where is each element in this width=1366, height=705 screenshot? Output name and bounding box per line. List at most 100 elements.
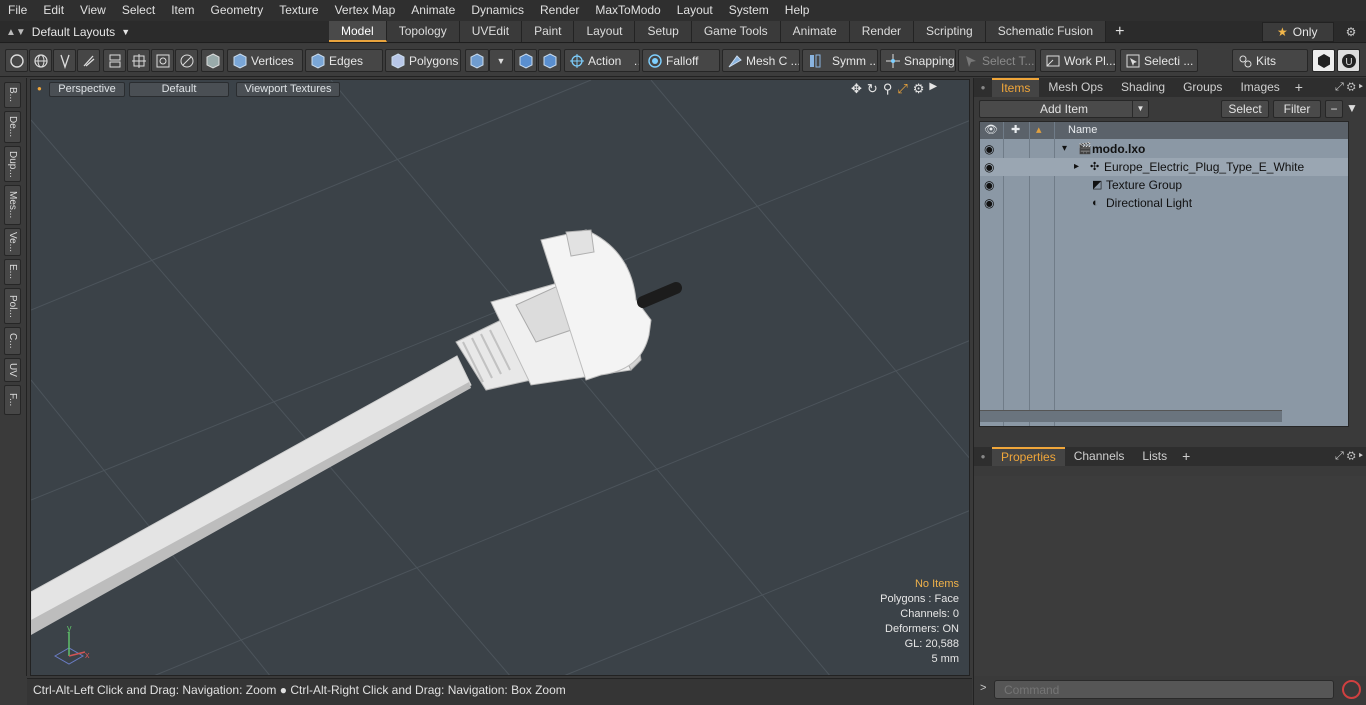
falloff-button[interactable]: Falloff — [642, 49, 720, 72]
action-button[interactable]: Action… — [564, 49, 640, 72]
menu-item-render[interactable]: Render — [532, 0, 587, 21]
add-tab-icon[interactable]: + — [1106, 21, 1133, 43]
tab-scripting[interactable]: Scripting — [914, 21, 986, 42]
add-tab-icon[interactable]: + — [1176, 447, 1196, 466]
arrow-right-icon[interactable]: ▶ — [929, 81, 937, 97]
center-icon[interactable] — [127, 49, 150, 72]
panel-options-icons[interactable]: ⤢ ⚙ ▸ — [1335, 450, 1363, 463]
menu-item-item[interactable]: Item — [163, 0, 202, 21]
menu-item-view[interactable]: View — [72, 0, 114, 21]
snapping-button[interactable]: Snapping — [880, 49, 956, 72]
tab-groups[interactable]: Groups — [1174, 78, 1231, 97]
symmetry-button[interactable]: Symm ... — [802, 49, 878, 72]
unity-icon[interactable] — [1312, 49, 1335, 72]
menu-item-vertex-map[interactable]: Vertex Map — [327, 0, 404, 21]
list-item[interactable]: ◉ ▸ ✣ Europe_Electric_Plug_Type_E_White — [980, 158, 1348, 176]
left-strip-tab-6[interactable]: Pol... — [4, 288, 21, 324]
layout-dropdown[interactable]: ▲▼ Default Layouts ▼ — [6, 21, 130, 43]
left-strip-tab-7[interactable]: C... — [4, 327, 21, 355]
tab-uvedit[interactable]: UVEdit — [459, 21, 523, 42]
expand-toggle-icon[interactable]: ▾ — [1062, 140, 1067, 158]
left-strip-tab-3[interactable]: Mes... — [4, 185, 21, 225]
visibility-eye-icon[interactable]: ◉ — [984, 158, 994, 176]
collapse-icon[interactable]: − — [1325, 100, 1343, 118]
expand-toggle-icon[interactable]: ▸ — [1074, 158, 1079, 176]
menu-item-animate[interactable]: Animate — [403, 0, 463, 21]
tab-channels[interactable]: Channels — [1065, 447, 1134, 466]
list-item[interactable]: ◉ ▾ 🎬 modo.lxo — [980, 140, 1348, 158]
tab-mesh-ops[interactable]: Mesh Ops — [1039, 78, 1112, 97]
menu-item-edit[interactable]: Edit — [35, 0, 72, 21]
default-shading-button[interactable]: Default — [129, 82, 229, 97]
tab-schematic-fusion[interactable]: Schematic Fusion — [985, 21, 1107, 42]
menu-item-geometry[interactable]: Geometry — [203, 0, 272, 21]
tab-items[interactable]: Items — [992, 78, 1040, 97]
menu-item-texture[interactable]: Texture — [271, 0, 326, 21]
tab-shading[interactable]: Shading — [1112, 78, 1174, 97]
vertices-button[interactable]: Vertices — [227, 49, 303, 72]
tab-topology[interactable]: Topology — [386, 21, 460, 42]
only-button[interactable]: ★ Only — [1262, 22, 1334, 42]
list-item[interactable]: ◉ ◩ Texture Group — [980, 176, 1348, 194]
menu-item-layout[interactable]: Layout — [669, 0, 721, 21]
left-strip-tab-0[interactable]: B... — [4, 82, 21, 108]
left-strip-tab-2[interactable]: Dup... — [4, 146, 21, 182]
snap-circle-icon[interactable] — [175, 49, 198, 72]
menu-item-dynamics[interactable]: Dynamics — [463, 0, 532, 21]
zoom-icon[interactable]: ⚲ — [883, 81, 893, 97]
move-icon[interactable]: ✥ — [851, 81, 862, 97]
3d-viewport[interactable]: y x ● Perspective Default Viewport Textu… — [30, 79, 970, 676]
select-through-button[interactable]: Select T... — [958, 49, 1036, 72]
material-mode-icon[interactable] — [465, 49, 489, 72]
maximize-icon[interactable]: ⤢ — [897, 81, 907, 97]
visibility-eye-icon[interactable]: ◉ — [984, 194, 994, 212]
menu-item-help[interactable]: Help — [777, 0, 818, 21]
polygons-button[interactable]: Polygons — [385, 49, 461, 72]
tab-paint[interactable]: Paint — [522, 21, 575, 42]
perspective-button[interactable]: Perspective — [49, 82, 125, 97]
left-strip-tab-9[interactable]: F... — [4, 385, 21, 415]
tab-game-tools[interactable]: Game Tools — [691, 21, 781, 42]
panel-options-icons[interactable]: ⤢ ⚙ ▸ — [1335, 81, 1363, 94]
panel-menu-icon[interactable]: ● — [974, 452, 992, 461]
add-tab-icon[interactable]: + — [1289, 78, 1309, 97]
horizontal-scrollbar[interactable] — [980, 410, 1282, 422]
edges-button[interactable]: Edges — [305, 49, 383, 72]
gear-icon[interactable]: ⚙ — [1341, 23, 1361, 41]
circle-select-icon[interactable] — [5, 49, 28, 72]
list-item[interactable]: ◉ ◐ Directional Light — [980, 194, 1348, 212]
kits-button[interactable]: Kits — [1232, 49, 1308, 72]
left-strip-tab-8[interactable]: UV — [4, 358, 21, 382]
pen-icon[interactable] — [53, 49, 76, 72]
box-icon[interactable] — [151, 49, 174, 72]
tab-lists[interactable]: Lists — [1133, 447, 1176, 466]
globe-icon[interactable] — [29, 49, 52, 72]
visibility-eye-icon[interactable]: ◉ — [984, 140, 994, 158]
mirror-icon[interactable] — [103, 49, 126, 72]
tab-model[interactable]: Model — [329, 21, 387, 42]
record-macro-button[interactable] — [1342, 680, 1361, 699]
unreal-icon[interactable]: U — [1337, 49, 1360, 72]
tab-animate[interactable]: Animate — [780, 21, 850, 42]
mesh-constraint-button[interactable]: Mesh C ... — [722, 49, 800, 72]
chevron-down-icon[interactable]: ▼ — [489, 49, 513, 72]
brush-icon[interactable] — [77, 49, 100, 72]
rotate-icon[interactable]: ↻ — [867, 81, 878, 97]
gear-icon[interactable]: ⚙ — [913, 81, 925, 97]
tab-setup[interactable]: Setup — [635, 21, 692, 42]
filter-button[interactable]: Filter — [1273, 100, 1321, 118]
menu-item-select[interactable]: Select — [114, 0, 163, 21]
item-mode-icon[interactable] — [201, 49, 224, 72]
viewport-menu-icon[interactable]: ● — [37, 84, 42, 93]
menu-item-maxtomodo[interactable]: MaxToModo — [587, 0, 668, 21]
funnel-icon[interactable]: ▼ — [1346, 101, 1358, 115]
viewport-textures-button[interactable]: Viewport Textures — [236, 82, 340, 97]
panel-menu-icon[interactable]: ● — [974, 83, 992, 92]
tab-layout[interactable]: Layout — [574, 21, 636, 42]
selection-sets-button[interactable]: Selecti ... — [1120, 49, 1198, 72]
work-plane-button[interactable]: Work Pl... — [1040, 49, 1116, 72]
visibility-eye-icon[interactable]: ◉ — [984, 176, 994, 194]
tab-images[interactable]: Images — [1231, 78, 1288, 97]
tab-render[interactable]: Render — [849, 21, 915, 42]
left-strip-tab-5[interactable]: E... — [4, 259, 21, 285]
